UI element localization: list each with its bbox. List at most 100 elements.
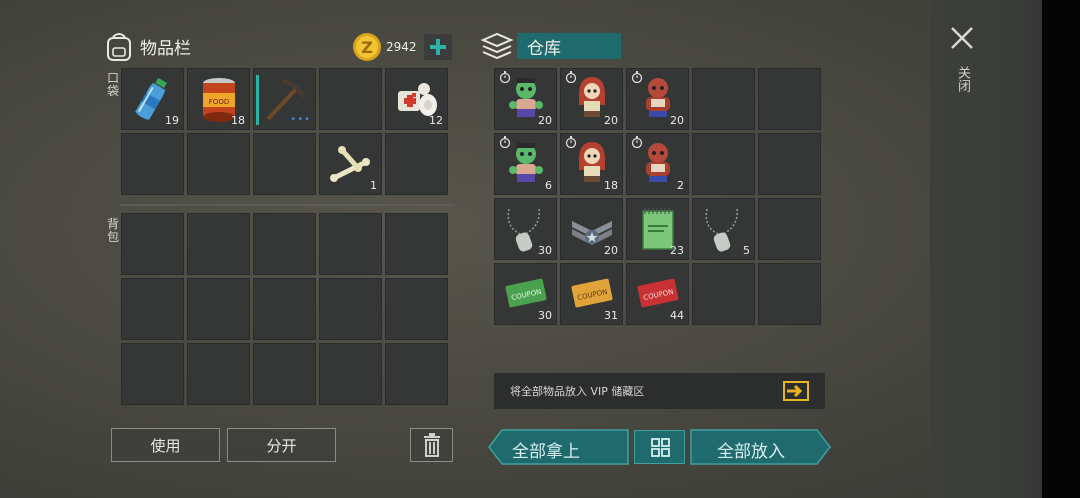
item-quantity: 18 [604, 179, 618, 192]
backpack-slot[interactable] [121, 343, 184, 405]
inventory-header: 物品栏 [104, 30, 191, 62]
item-quantity: 44 [670, 309, 684, 322]
split-button[interactable]: 分开 [227, 428, 336, 462]
pocket-slot[interactable]: 19 [121, 68, 184, 130]
storage-grid: 20 20 20 6 18 2 30 20 23 5 COUPON 30 COUPON 31 COUPON 4… [494, 68, 821, 325]
item-quantity: 6 [545, 179, 552, 192]
add-currency-button[interactable] [424, 34, 452, 60]
item-quantity: 18 [231, 114, 245, 127]
storage-slot[interactable]: 20 [560, 198, 623, 260]
backpack-slot[interactable] [385, 343, 448, 405]
backpack-slot[interactable] [385, 278, 448, 340]
item-quantity: 20 [670, 114, 684, 127]
storage-slot[interactable]: 18 [560, 133, 623, 195]
svg-text:Z: Z [361, 38, 373, 57]
storage-slot[interactable] [758, 68, 821, 130]
storage-slot[interactable] [692, 133, 755, 195]
storage-stack-icon [480, 32, 514, 60]
transfer-arrow-icon[interactable] [783, 381, 809, 401]
backpack-slot[interactable] [187, 278, 250, 340]
item-quantity: 23 [670, 244, 684, 257]
use-button[interactable]: 使用 [111, 428, 220, 462]
storage-slot[interactable]: COUPON 30 [494, 263, 557, 325]
take-all-label: 全部拿上 [512, 442, 580, 462]
storage-slot[interactable]: 20 [494, 68, 557, 130]
equipped-indicator [256, 75, 259, 125]
put-all-label: 全部放入 [717, 442, 785, 462]
take-all-button[interactable]: 全部拿上 [488, 429, 629, 465]
storage-slot[interactable] [758, 133, 821, 195]
storage-slot[interactable]: COUPON 44 [626, 263, 689, 325]
pocket-slot[interactable] [385, 133, 448, 195]
storage-slot[interactable] [692, 68, 755, 130]
item-quantity: 2 [677, 179, 684, 192]
item-quantity: 1 [370, 179, 377, 192]
item-quantity: 31 [604, 309, 618, 322]
storage-slot[interactable]: 6 [494, 133, 557, 195]
storage-slot[interactable] [758, 198, 821, 260]
item-quantity: 5 [743, 244, 750, 257]
pocket-slot[interactable]: 12 [385, 68, 448, 130]
durability-dots: ••• [290, 114, 311, 125]
item-quantity: 12 [429, 114, 443, 127]
sort-grid-button[interactable] [634, 430, 685, 464]
backpack-icon [107, 33, 131, 61]
backpack-slot[interactable] [319, 278, 382, 340]
storage-slot[interactable] [758, 263, 821, 325]
currency-amount: 2942 [386, 40, 417, 54]
storage-slot[interactable]: 2 [626, 133, 689, 195]
trash-icon [423, 433, 440, 457]
backpack-label: 背包 [106, 217, 119, 244]
storage-slot[interactable]: 30 [494, 198, 557, 260]
backpack-slot[interactable] [187, 343, 250, 405]
storage-slot[interactable]: 20 [626, 68, 689, 130]
grid-icon [651, 438, 670, 457]
svg-text:FOOD: FOOD [209, 98, 229, 106]
pocket-slot[interactable]: ••• [253, 68, 316, 130]
divider [120, 204, 454, 206]
close-icon [951, 27, 973, 49]
backpack-slot[interactable] [385, 213, 448, 275]
plus-icon [430, 39, 446, 55]
item-quantity: 30 [538, 309, 552, 322]
inventory-title: 物品栏 [140, 38, 191, 59]
close-button[interactable]: 关闭 [946, 22, 978, 102]
storage-title[interactable]: 仓库 [517, 33, 621, 59]
trash-button[interactable] [410, 428, 453, 462]
backpack-slot[interactable] [187, 213, 250, 275]
put-all-button[interactable]: 全部放入 [690, 429, 831, 465]
backpack-slot[interactable] [253, 278, 316, 340]
item-quantity: 30 [538, 244, 552, 257]
pocket-label: 口袋 [106, 71, 119, 98]
backpack-slot[interactable] [121, 278, 184, 340]
close-label: 关闭 [955, 66, 970, 92]
pocket-slot[interactable] [253, 133, 316, 195]
screen-edge [1042, 0, 1080, 498]
item-quantity: 20 [604, 114, 618, 127]
backpack-slot[interactable] [253, 343, 316, 405]
item-quantity: 20 [538, 114, 552, 127]
pocket-slot[interactable]: 1 [319, 133, 382, 195]
vip-storage-bar[interactable]: 将全部物品放入 VIP 储藏区 [494, 373, 825, 409]
backpack-grid [121, 213, 448, 405]
pocket-slot[interactable] [121, 133, 184, 195]
gold-coin-icon: Z [353, 33, 381, 61]
storage-slot[interactable]: 20 [560, 68, 623, 130]
pocket-slot[interactable] [187, 133, 250, 195]
storage-slot[interactable]: COUPON 31 [560, 263, 623, 325]
item-quantity: 20 [604, 244, 618, 257]
storage-slot[interactable]: 5 [692, 198, 755, 260]
storage-slot[interactable] [692, 263, 755, 325]
currency-display: Z 2942 [352, 32, 417, 62]
backpack-slot[interactable] [319, 213, 382, 275]
backpack-slot[interactable] [121, 213, 184, 275]
pocket-slot[interactable]: FOOD 18 [187, 68, 250, 130]
pocket-slot[interactable] [319, 68, 382, 130]
item-quantity: 19 [165, 114, 179, 127]
backpack-slot[interactable] [253, 213, 316, 275]
pocket-grid: 19 FOOD 18 ••• 12 1 [121, 68, 448, 195]
backpack-slot[interactable] [319, 343, 382, 405]
storage-header: 仓库 [480, 30, 621, 62]
vip-storage-text: 将全部物品放入 VIP 储藏区 [510, 385, 645, 398]
storage-slot[interactable]: 23 [626, 198, 689, 260]
